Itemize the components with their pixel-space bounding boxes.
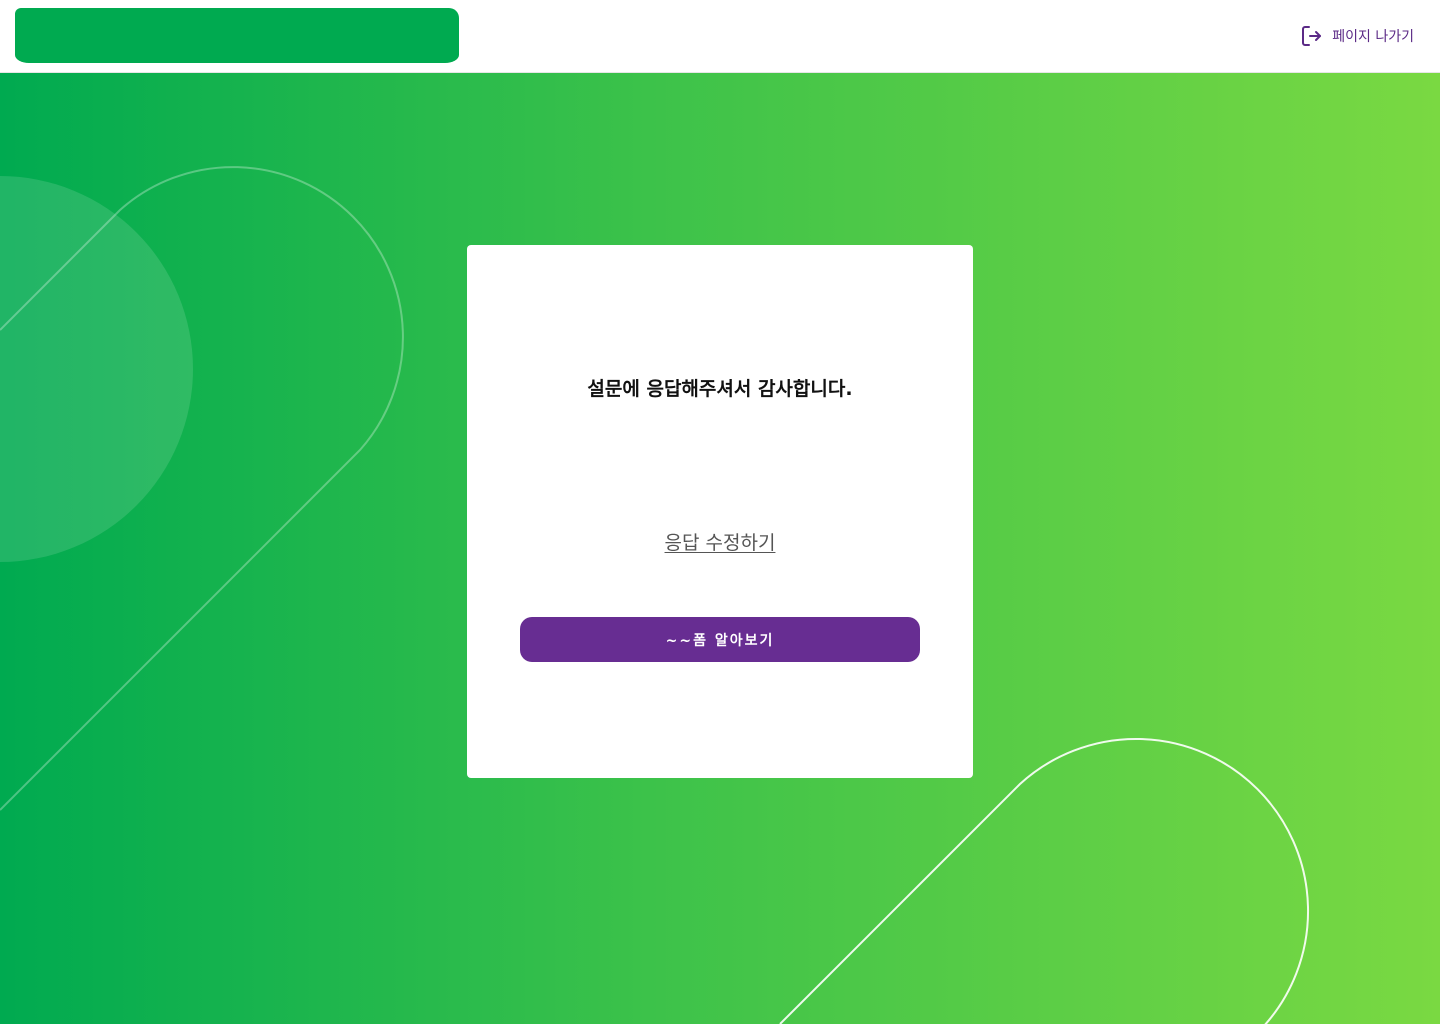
logout-icon	[1302, 26, 1322, 46]
logo-banner[interactable]	[15, 8, 459, 63]
exit-page-link[interactable]: 페이지 나가기	[1299, 22, 1414, 50]
thank-you-message: 설문에 응답해주셔서 감사합니다.	[587, 378, 853, 400]
decor-stadium-outline-right	[779, 737, 1310, 1024]
learn-more-button[interactable]: ~~폼 알아보기	[520, 617, 920, 662]
top-header: 페이지 나가기	[0, 0, 1440, 73]
page: 페이지 나가기 설문에 응답해주셔서 감사합니다. 응답 수정하기 ~~폼 알아…	[0, 0, 1440, 1024]
thank-you-card: 설문에 응답해주셔서 감사합니다. 응답 수정하기 ~~폼 알아보기	[467, 245, 973, 778]
exit-page-label: 페이지 나가기	[1332, 29, 1414, 45]
edit-response-link[interactable]: 응답 수정하기	[467, 528, 973, 555]
